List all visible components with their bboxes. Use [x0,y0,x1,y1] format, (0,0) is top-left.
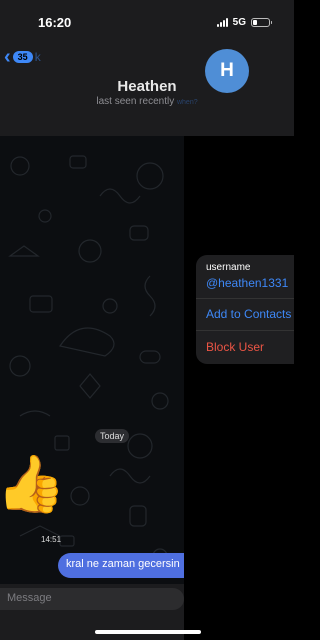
context-menu: username @heathen1331 Add to Contacts Bl… [196,255,294,364]
message-input-placeholder: Message [7,592,52,604]
status-bar: 16:20 5G [0,0,294,44]
username-menu-item[interactable]: username @heathen1331 [196,255,294,299]
back-button[interactable]: ‹ 35 k [4,46,41,68]
cellular-signal-icon [216,18,228,27]
date-divider: Today [95,429,130,443]
message-timestamp: 14:51 [41,535,62,544]
message-text: kral ne zaman gecersin [66,558,180,570]
username-value: @heathen1331 [206,276,289,290]
thumbs-up-sticker[interactable]: 👍 [0,454,66,514]
block-user-button[interactable]: Block User [196,332,294,364]
unread-count-badge: 35 [12,51,33,63]
chat-area[interactable]: Today 👍 14:51 kral ne zaman gecersin [0,136,184,584]
username-label: username [206,262,251,273]
message-input[interactable]: Message [0,588,184,610]
chat-title[interactable]: Heathen [0,78,294,95]
home-indicator[interactable] [95,630,201,634]
avatar-initial: H [220,60,234,81]
chat-header: ‹ 35 k Heathen last seen recently when? … [0,44,294,136]
doodle-wallpaper [8,155,169,572]
last-seen-status: last seen recently [96,96,175,107]
chevron-left-icon: ‹ [4,46,11,68]
outgoing-message-bubble[interactable]: kral ne zaman gecersin [58,553,184,578]
network-type: 5G [232,17,246,28]
chat-subtitle: last seen recently when? [0,96,294,107]
status-time: 16:20 [38,15,72,30]
status-indicators: 5G [216,17,272,28]
add-to-contacts-button[interactable]: Add to Contacts [196,299,294,331]
battery-icon [251,18,272,27]
avatar[interactable]: H [205,49,249,93]
back-label: k [34,50,41,64]
last-seen-hint: when? [176,99,198,106]
